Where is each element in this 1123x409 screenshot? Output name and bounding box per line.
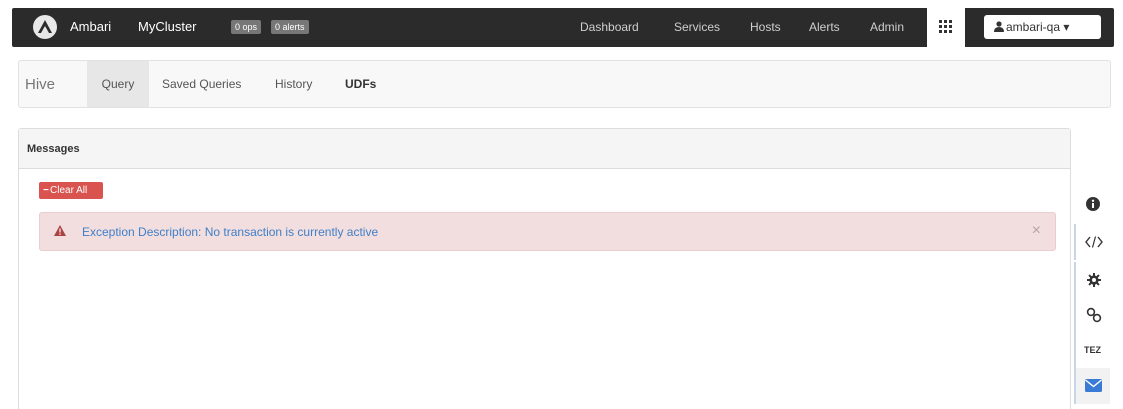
messages-panel: Messages − Clear All Exception Descripti… — [18, 128, 1071, 409]
nav-dashboard[interactable]: Dashboard — [580, 20, 639, 34]
gear-icon — [1087, 273, 1101, 287]
clear-all-button[interactable]: − Clear All — [39, 182, 103, 199]
user-name: ambari-qa ▾ — [1006, 20, 1070, 34]
sidebar-code[interactable] — [1074, 224, 1110, 260]
alert-message[interactable]: Exception Description: No transaction is… — [82, 225, 378, 239]
close-icon[interactable]: × — [1032, 222, 1041, 240]
error-alert: Exception Description: No transaction is… — [39, 212, 1056, 251]
warning-icon — [54, 225, 66, 236]
clear-all-label: Clear All — [50, 185, 88, 196]
envelope-icon — [1085, 379, 1102, 392]
brand-name[interactable]: Ambari — [70, 19, 111, 34]
tab-udfs[interactable]: UDFs — [345, 61, 376, 107]
user-menu-button[interactable]: ambari-qa ▾ — [984, 15, 1101, 39]
ops-badge[interactable]: 0 ops — [231, 20, 262, 34]
sidebar-tez[interactable]: TEZ — [1074, 333, 1110, 369]
sidebar-info[interactable] — [1074, 186, 1110, 222]
link-icon — [1086, 307, 1102, 323]
info-icon — [1086, 197, 1100, 211]
views-menu-button[interactable] — [927, 8, 965, 47]
grid-icon — [939, 20, 952, 33]
tab-query[interactable]: Query — [87, 61, 149, 107]
tab-saved-queries[interactable]: Saved Queries — [162, 61, 241, 107]
code-icon — [1085, 236, 1103, 248]
sidebar-settings[interactable] — [1074, 262, 1110, 298]
nav-alerts[interactable]: Alerts — [809, 20, 840, 34]
user-icon — [994, 21, 1004, 32]
tab-history[interactable]: History — [275, 61, 312, 107]
hive-subnav: Hive Query Saved Queries History UDFs — [18, 60, 1111, 108]
navbar-inner: Ambari MyCluster 0 ops 0 alerts Dashboar… — [12, 8, 1114, 47]
messages-title: Messages — [27, 143, 80, 155]
messages-header: Messages — [19, 129, 1070, 169]
sidebar-messages[interactable] — [1074, 368, 1110, 404]
nav-services[interactable]: Services — [674, 20, 720, 34]
alerts-badge[interactable]: 0 alerts — [271, 20, 309, 34]
tez-label: TEZ — [1084, 345, 1101, 355]
ambari-logo-icon[interactable] — [32, 14, 58, 40]
sidebar-link[interactable] — [1074, 297, 1110, 333]
hive-title[interactable]: Hive — [25, 76, 55, 93]
nav-admin[interactable]: Admin — [870, 20, 904, 34]
minus-icon: − — [43, 185, 49, 196]
nav-hosts[interactable]: Hosts — [750, 20, 781, 34]
cluster-name[interactable]: MyCluster — [138, 19, 197, 34]
top-navbar: Ambari MyCluster 0 ops 0 alerts Dashboar… — [0, 0, 1123, 47]
